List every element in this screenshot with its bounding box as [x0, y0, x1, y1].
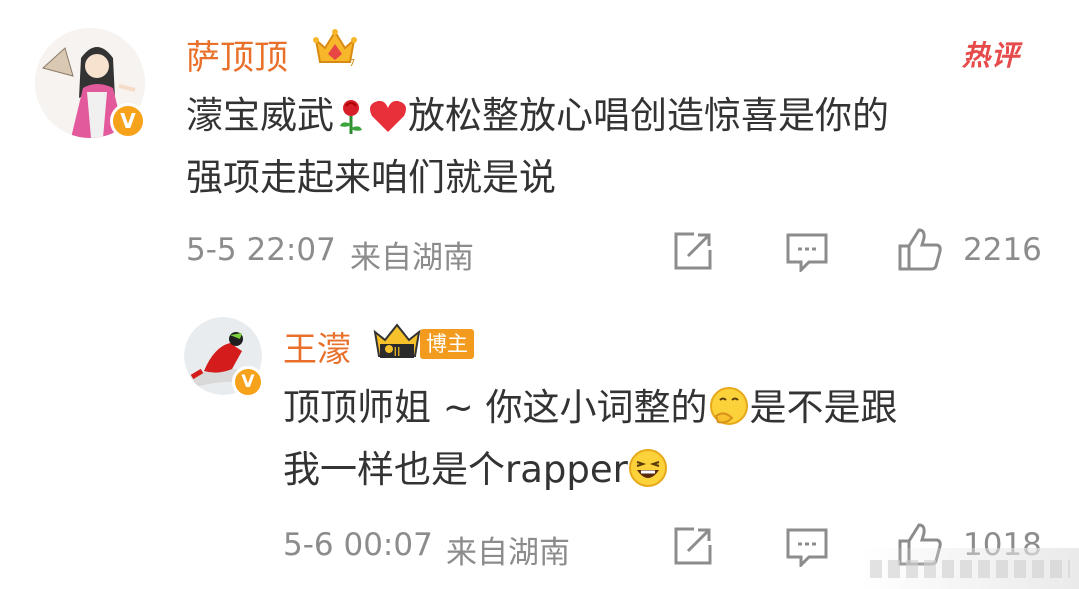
verified-badge: V	[110, 103, 146, 139]
reply-time: 5-6 00:07	[283, 527, 433, 563]
reply-text: 顶顶师姐 ~ 你这小词整的 是不是跟 我一样也是个rapper	[283, 380, 1063, 504]
comment-location: 来自湖南	[350, 240, 474, 276]
comment-text-part2: 放松整放心唱创造惊喜是你的	[408, 94, 889, 137]
crown-badge-icon: 7	[312, 26, 358, 72]
comment-time: 5-5 22:07	[186, 232, 336, 268]
commenter-name[interactable]: 萨顶顶	[186, 30, 288, 79]
reply-text-line2: 我一样也是个rapper	[283, 448, 628, 491]
like-icon[interactable]	[897, 226, 943, 272]
comment-text-line2: 强项走起来咱们就是说	[186, 156, 556, 199]
reply-text-part1: 顶顶师姐 ~ 你这小词整的	[283, 386, 708, 429]
comment-icon[interactable]	[785, 527, 829, 567]
svg-text:7: 7	[349, 58, 355, 68]
crown-level-icon: II	[372, 322, 422, 366]
svg-text:II: II	[393, 345, 400, 359]
comment-icon[interactable]	[785, 232, 829, 272]
share-icon[interactable]	[672, 525, 714, 567]
rose-emoji	[334, 94, 368, 150]
replier-name[interactable]: 王濛	[283, 322, 351, 371]
reply-text-part2: 是不是跟	[749, 386, 898, 429]
verified-badge: V	[232, 366, 264, 398]
watermark	[862, 548, 1079, 589]
watermark-dots	[870, 560, 1070, 578]
thinking-emoji	[708, 386, 750, 442]
heart-emoji	[368, 94, 408, 150]
share-icon[interactable]	[672, 230, 714, 272]
comment-like-count: 2216	[963, 232, 1042, 268]
comment-text-part1: 濛宝威武	[186, 94, 334, 137]
comment-text: 濛宝威武 放松整放心唱创造惊喜是你的 强项走起来咱们就是说	[186, 88, 1056, 206]
hot-comment-tag: 热评	[962, 39, 1021, 72]
reply-location: 来自湖南	[446, 535, 570, 571]
blogger-badge: 博主	[420, 329, 474, 359]
laughing-emoji	[628, 448, 668, 504]
